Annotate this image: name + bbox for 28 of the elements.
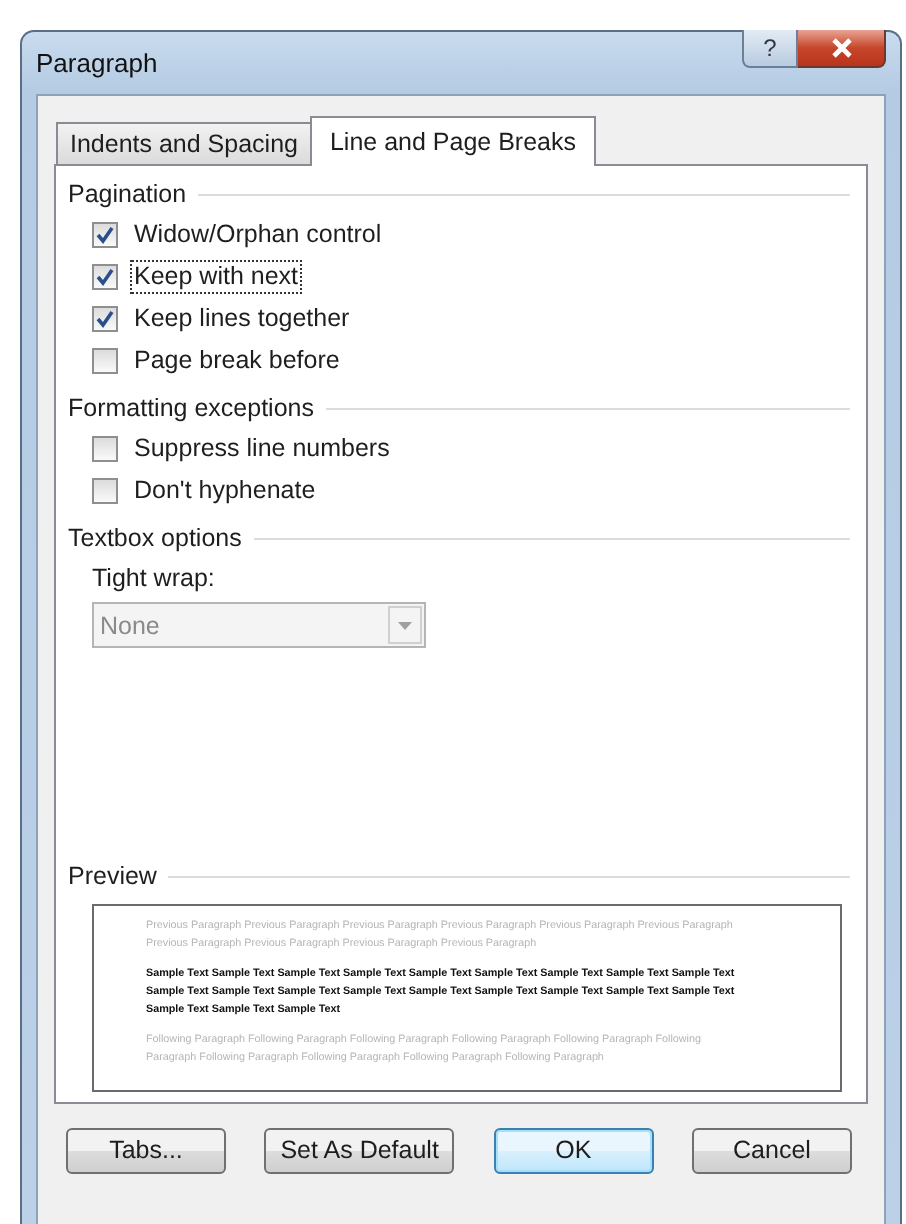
close-button[interactable] (798, 30, 886, 68)
checkbox-label[interactable]: Widow/Orphan control (130, 218, 386, 252)
group-title: Textbox options (68, 524, 242, 552)
checkbox-label[interactable]: Keep lines together (130, 302, 354, 336)
dialog-button[interactable]: Cancel (691, 1127, 852, 1173)
checkbox-label[interactable]: Page break before (130, 344, 344, 378)
dialog-button[interactable]: OK (493, 1127, 654, 1173)
checkbox[interactable] (92, 478, 118, 504)
checkbox[interactable] (92, 222, 118, 248)
help-button[interactable]: ? (742, 30, 798, 68)
tab[interactable]: Indents and Spacing (56, 122, 312, 164)
checkbox[interactable] (92, 348, 118, 374)
tab[interactable]: Line and Page Breaks (309, 116, 596, 166)
checkbox-label[interactable]: Don't hyphenate (130, 474, 320, 508)
close-icon (829, 38, 853, 58)
checkbox-label[interactable]: Suppress line numbers (130, 432, 394, 466)
dropdown-arrow-icon (398, 621, 412, 629)
dialog-button[interactable]: Set As Default (264, 1127, 455, 1173)
window-title: Paragraph (36, 48, 158, 78)
group-title: Formatting exceptions (68, 394, 314, 422)
checkbox[interactable] (92, 436, 118, 462)
checkbox-label[interactable]: Keep with next (130, 260, 302, 294)
field-label: Tight wrap: (92, 562, 217, 596)
group-title: Pagination (68, 180, 187, 208)
checkbox[interactable] (92, 264, 118, 290)
dialog-button[interactable]: Tabs... (66, 1127, 226, 1173)
checkbox[interactable] (92, 306, 118, 332)
group-title: Preview (68, 862, 157, 890)
